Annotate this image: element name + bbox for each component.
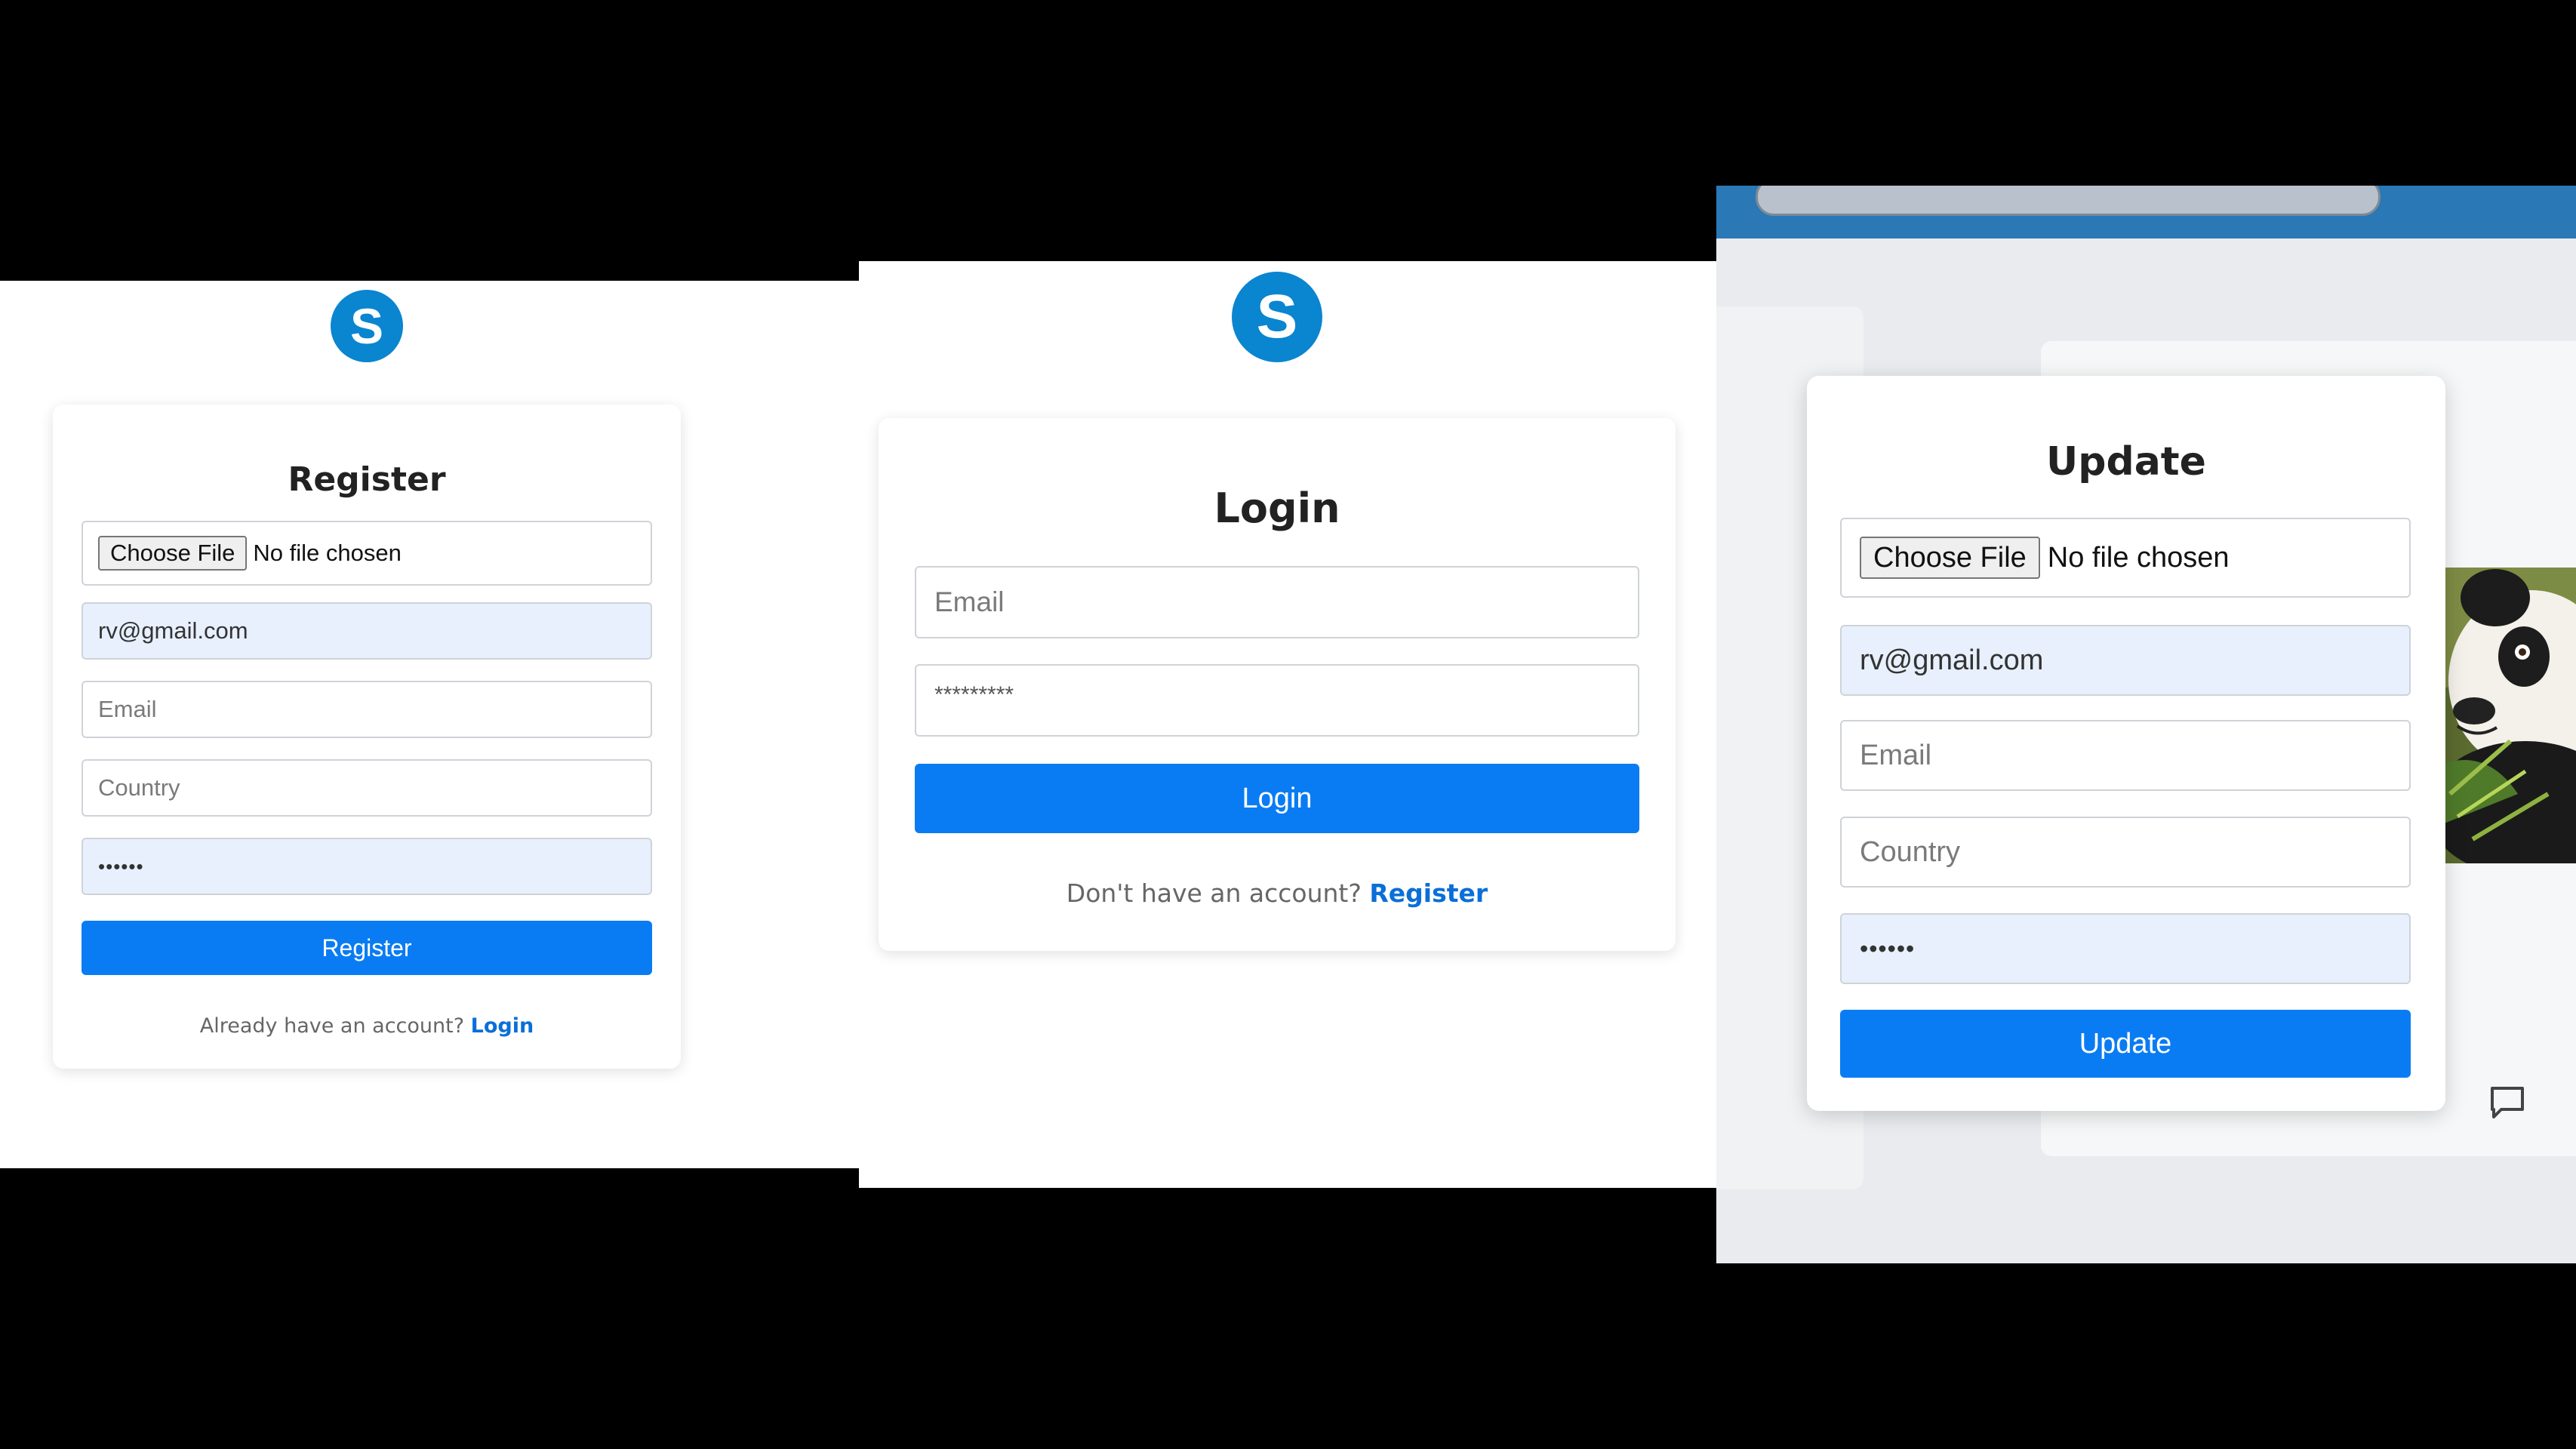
login-email-input[interactable]: Email <box>915 566 1639 638</box>
update-name-input[interactable]: rv@gmail.com <box>1840 625 2411 696</box>
update-choose-file-button[interactable]: Choose File <box>1860 537 2040 579</box>
search-bar[interactable] <box>1756 186 2381 216</box>
update-panel: Update Choose File No file chosen rv@gma… <box>1716 186 2576 1263</box>
login-link[interactable]: Login <box>471 1014 534 1038</box>
register-panel: S Register Choose File No file chosen rv… <box>0 281 859 1168</box>
register-title: Register <box>288 460 446 499</box>
login-footer: Don't have an account? Register <box>879 878 1676 908</box>
login-button[interactable]: Login <box>915 764 1639 833</box>
password-masked-value: •••••• <box>98 854 144 878</box>
email-placeholder: Email <box>98 696 157 722</box>
update-country-placeholder: Country <box>1860 835 1961 868</box>
comment-icon[interactable] <box>2488 1082 2527 1121</box>
app-logo-icon: S <box>331 290 403 362</box>
login-card: Login Email ********* Login Don't have a… <box>879 418 1676 951</box>
login-password-input[interactable]: ********* <box>915 664 1639 737</box>
login-email-placeholder: Email <box>934 586 1005 617</box>
choose-file-button[interactable]: Choose File <box>98 536 248 571</box>
update-country-input[interactable]: Country <box>1840 817 2411 888</box>
register-footer: Already have an account? Login <box>53 1014 681 1038</box>
logo-letter: S <box>349 298 384 354</box>
register-button[interactable]: Register <box>82 921 652 975</box>
update-password-masked-value: •••••• <box>1860 934 1916 962</box>
logo-letter: S <box>1256 282 1298 351</box>
file-status-text: No file chosen <box>253 540 402 566</box>
update-file-status-text: No file chosen <box>2047 541 2230 574</box>
update-email-placeholder: Email <box>1860 739 1932 771</box>
register-card: Register Choose File No file chosen rv@g… <box>53 405 681 1069</box>
name-input[interactable]: rv@gmail.com <box>82 602 652 660</box>
name-input-value: rv@gmail.com <box>98 617 248 644</box>
app-logo-icon: S <box>1232 272 1322 362</box>
update-title: Update <box>2046 439 2206 485</box>
country-placeholder: Country <box>98 774 180 801</box>
login-footer-text: Don't have an account? <box>1066 878 1362 908</box>
login-panel: S Login Email ********* Login Don't have… <box>859 261 1716 1188</box>
panda-illustration <box>2442 568 2576 863</box>
country-input[interactable]: Country <box>82 759 652 817</box>
login-password-masked-value: ********* <box>934 682 1014 707</box>
password-input[interactable]: •••••• <box>82 838 652 895</box>
profile-picture-file-input[interactable]: Choose File No file chosen <box>82 521 652 586</box>
update-modal: Update Choose File No file chosen rv@gma… <box>1807 376 2445 1111</box>
login-title: Login <box>1214 485 1340 532</box>
panda-post-image <box>2442 568 2576 863</box>
email-input[interactable]: Email <box>82 681 652 738</box>
update-email-input[interactable]: Email <box>1840 720 2411 791</box>
update-button[interactable]: Update <box>1840 1010 2411 1078</box>
update-profile-picture-file-input[interactable]: Choose File No file chosen <box>1840 518 2411 598</box>
update-name-input-value: rv@gmail.com <box>1860 644 2044 676</box>
update-password-input[interactable]: •••••• <box>1840 913 2411 984</box>
register-link[interactable]: Register <box>1369 878 1488 908</box>
register-footer-text: Already have an account? <box>199 1014 465 1038</box>
